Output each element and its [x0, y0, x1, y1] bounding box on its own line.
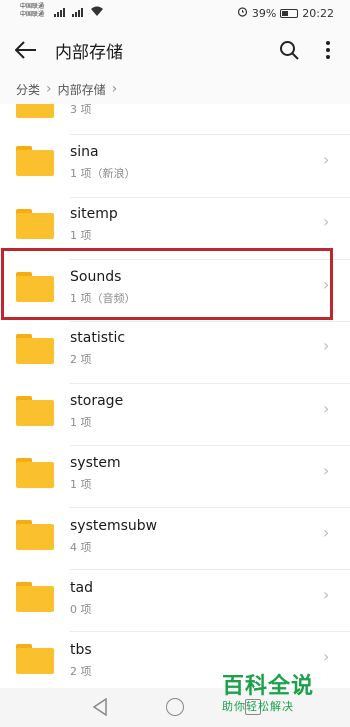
item-name: sina	[70, 144, 99, 160]
list-item[interactable]: systemsubw 4 项 ›	[0, 508, 350, 570]
search-icon	[280, 41, 299, 60]
item-meta: 1 项（新浪）	[70, 167, 136, 180]
chevron-right-icon: ›	[323, 461, 330, 480]
watermark: 百科全说 助你轻松解决	[222, 668, 342, 714]
nav-back-button[interactable]	[92, 697, 108, 720]
watermark-subtitle: 助你轻松解决	[222, 700, 294, 713]
chevron-right-icon: ›	[323, 523, 330, 542]
item-meta: 1 项	[70, 229, 92, 242]
chevron-right-icon: ›	[323, 212, 330, 231]
item-name: tbs	[70, 642, 92, 658]
battery-percent: 39%	[251, 6, 277, 20]
signal-icon	[48, 7, 88, 19]
arrow-left-icon	[15, 41, 36, 59]
more-options-button[interactable]	[318, 36, 338, 64]
battery-icon	[280, 8, 299, 18]
list-item[interactable]: statistic 2 项 ›	[0, 322, 350, 384]
status-right: 39% 20:22	[237, 6, 334, 20]
item-meta: 3 项	[70, 104, 92, 116]
back-button[interactable]	[12, 36, 40, 64]
folder-icon	[16, 644, 54, 674]
chevron-right-icon: ›	[323, 399, 330, 418]
item-name: tad	[70, 580, 93, 596]
folder-icon	[16, 209, 54, 239]
list-item[interactable]: system 1 项 ›	[0, 446, 350, 508]
folder-icon	[16, 582, 54, 612]
folder-icon	[16, 146, 54, 176]
folder-icon	[16, 104, 54, 118]
wifi-icon	[90, 6, 104, 19]
clock: 20:22	[302, 6, 334, 20]
page-title: 内部存储	[55, 43, 123, 63]
item-meta: 4 项	[70, 541, 92, 554]
carrier-1: 中国联通	[20, 3, 45, 10]
item-name: storage	[70, 393, 124, 409]
triangle-back-icon	[92, 697, 107, 717]
item-name: statistic	[70, 330, 126, 346]
list-item[interactable]: storage 1 项 ›	[0, 384, 350, 446]
chevron-right-icon: ›	[111, 81, 118, 97]
folder-icon	[16, 458, 54, 488]
chevron-right-icon: ›	[323, 647, 330, 666]
nav-home-button[interactable]	[166, 698, 184, 716]
item-meta: 1 项	[70, 416, 92, 429]
chevron-right-icon: ›	[46, 81, 52, 97]
chevron-right-icon: ›	[323, 150, 330, 169]
chevron-right-icon: ›	[323, 585, 330, 604]
breadcrumb: 分类 › 内部存储 ›	[0, 74, 350, 104]
carrier-info: 中国联通 中国联通	[20, 3, 44, 19]
highlight-box	[1, 248, 333, 320]
folder-icon	[16, 520, 54, 550]
chevron-right-icon: ›	[323, 336, 330, 355]
watermark-title: 百科全说	[222, 674, 315, 699]
item-name: system	[70, 455, 121, 471]
item-name: sitemp	[70, 206, 118, 222]
item-meta: 0 项	[70, 603, 92, 616]
folder-icon	[16, 334, 54, 364]
carrier-2: 中国联通	[20, 11, 45, 18]
item-name: systemsubw	[70, 518, 158, 534]
list-item[interactable]: tad 0 项 ›	[0, 570, 350, 632]
alarm-icon	[237, 6, 248, 20]
folder-icon	[16, 396, 54, 426]
breadcrumb-category[interactable]: 分类	[16, 81, 40, 98]
status-bar: 中国联通 中国联通 39% 20:22	[0, 0, 350, 26]
file-list: 3 项 sina 1 项（新浪） › sitemp 1 项 › Sounds 1…	[0, 104, 350, 688]
list-item[interactable]: 3 项	[0, 104, 350, 136]
item-meta: 2 项	[70, 665, 92, 678]
list-item[interactable]: sina 1 项（新浪） ›	[0, 136, 350, 198]
search-button[interactable]	[275, 36, 303, 64]
breadcrumb-internal-storage[interactable]: 内部存储	[58, 81, 106, 98]
title-bar: 内部存储	[0, 26, 350, 74]
divider	[70, 134, 350, 135]
item-meta: 2 项	[70, 353, 92, 366]
more-vertical-icon	[326, 41, 330, 59]
item-meta: 1 项	[70, 478, 92, 491]
